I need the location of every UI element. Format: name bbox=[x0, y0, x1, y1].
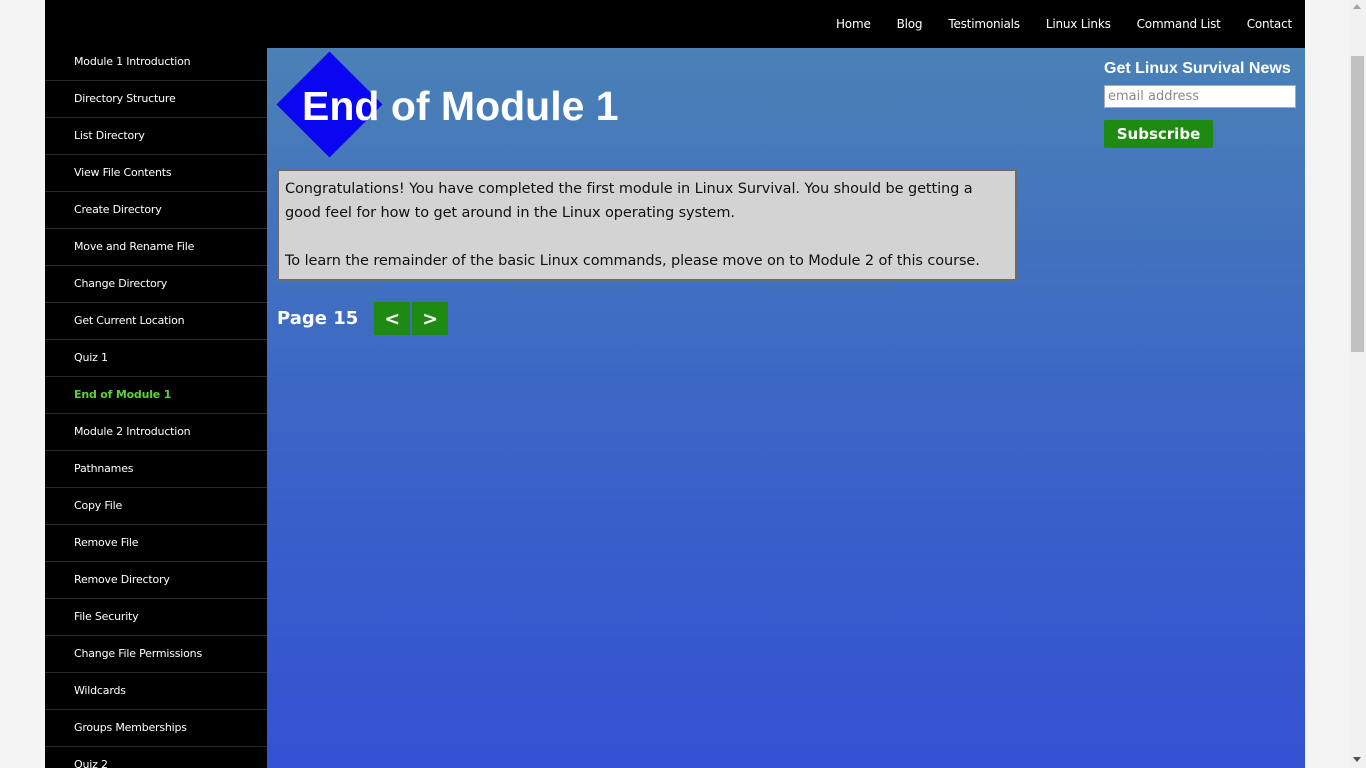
email-input[interactable] bbox=[1104, 85, 1296, 108]
page-wrapper: Home Blog Testimonials Linux Links Comma… bbox=[45, 0, 1305, 768]
previous-page-button[interactable]: < bbox=[374, 302, 411, 335]
lesson-paragraph: To learn the remainder of the basic Linu… bbox=[285, 253, 980, 269]
lesson-paragraph: Congratulations! You have completed the … bbox=[285, 181, 973, 221]
sidebar-item-module-2-introduction[interactable]: Module 2 Introduction bbox=[45, 414, 267, 451]
scroll-down-arrow-icon[interactable] bbox=[1353, 757, 1361, 762]
page-title: End of Module 1 bbox=[302, 83, 619, 129]
sidebar-item-change-directory[interactable]: Change Directory bbox=[45, 266, 267, 303]
scrollbar-thumb[interactable] bbox=[1351, 56, 1364, 352]
nav-contact-link[interactable]: Contact bbox=[1247, 17, 1292, 31]
sidebar-item-pathnames[interactable]: Pathnames bbox=[45, 451, 267, 488]
sidebar-item-quiz-2[interactable]: Quiz 2 bbox=[45, 747, 267, 768]
sidebar-lesson-menu: Module 1 Introduction Directory Structur… bbox=[45, 44, 267, 768]
nav-linux-links-link[interactable]: Linux Links bbox=[1046, 17, 1111, 31]
sidebar-item-wildcards[interactable]: Wildcards bbox=[45, 673, 267, 710]
sidebar-item-list-directory[interactable]: List Directory bbox=[45, 118, 267, 155]
sidebar-item-directory-structure[interactable]: Directory Structure bbox=[45, 81, 267, 118]
sidebar-item-create-directory[interactable]: Create Directory bbox=[45, 192, 267, 229]
subscribe-button[interactable]: Subscribe bbox=[1104, 120, 1213, 148]
main-content: End of Module 1 Congratulations! You hav… bbox=[267, 48, 1305, 768]
page-number-label: Page 15 bbox=[277, 308, 359, 329]
sidebar-item-module-1-introduction[interactable]: Module 1 Introduction bbox=[45, 44, 267, 81]
sidebar-item-view-file-contents[interactable]: View File Contents bbox=[45, 155, 267, 192]
nav-testimonials-link[interactable]: Testimonials bbox=[948, 17, 1020, 31]
scroll-up-arrow-icon[interactable] bbox=[1353, 4, 1361, 9]
sidebar-item-get-current-location[interactable]: Get Current Location bbox=[45, 303, 267, 340]
top-navigation: Home Blog Testimonials Linux Links Comma… bbox=[45, 0, 1305, 48]
lesson-text-box: Congratulations! You have completed the … bbox=[277, 169, 1017, 281]
sidebar-item-copy-file[interactable]: Copy File bbox=[45, 488, 267, 525]
page-scrollbar[interactable] bbox=[1349, 0, 1366, 768]
nav-command-list-link[interactable]: Command List bbox=[1137, 17, 1221, 31]
sidebar-item-end-of-module-1[interactable]: End of Module 1 bbox=[45, 377, 267, 414]
sidebar-item-change-file-permissions[interactable]: Change File Permissions bbox=[45, 636, 267, 673]
sidebar-item-remove-directory[interactable]: Remove Directory bbox=[45, 562, 267, 599]
next-page-button[interactable]: > bbox=[412, 302, 449, 335]
sidebar-item-groups-memberships[interactable]: Groups Memberships bbox=[45, 710, 267, 747]
page-navigation: Page 15 < > bbox=[277, 302, 450, 335]
sidebar-item-file-security[interactable]: File Security bbox=[45, 599, 267, 636]
sidebar-item-move-and-rename-file[interactable]: Move and Rename File bbox=[45, 229, 267, 266]
newsletter-signup: Get Linux Survival News Subscribe bbox=[1104, 60, 1299, 148]
sidebar-item-quiz-1[interactable]: Quiz 1 bbox=[45, 340, 267, 377]
nav-blog-link[interactable]: Blog bbox=[897, 17, 923, 31]
sidebar-item-remove-file[interactable]: Remove File bbox=[45, 525, 267, 562]
newsletter-title: Get Linux Survival News bbox=[1104, 60, 1291, 77]
nav-home-link[interactable]: Home bbox=[836, 17, 871, 31]
